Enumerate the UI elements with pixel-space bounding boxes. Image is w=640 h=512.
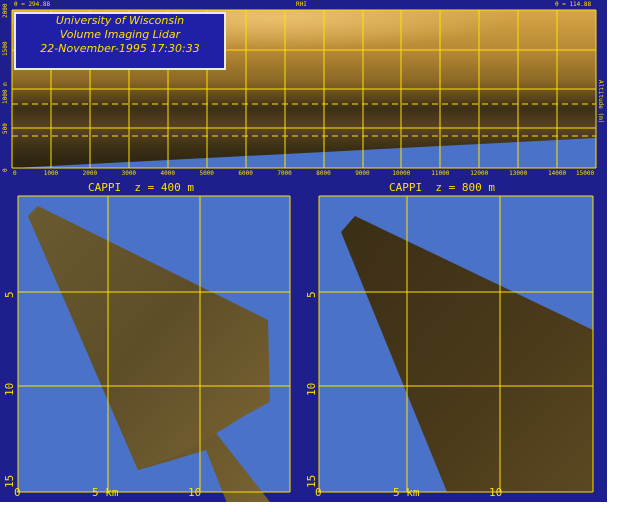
cappi-left-xtick-10: 10 [188, 486, 202, 499]
rhi-left-readout: θ = 294.88 [14, 1, 51, 8]
title-line-2: Volume Imaging Lidar [59, 28, 181, 41]
rhi-xtick: 4000 [160, 170, 175, 177]
rhi-xtick: 1000 [43, 170, 59, 177]
title-line-1: University of Wisconsin [55, 14, 185, 27]
cappi-right-xtick-10: 10 [489, 486, 503, 499]
rhi-ytick-1500: 1500 [2, 41, 9, 56]
title-box: University of Wisconsin Volume Imaging L… [14, 12, 226, 70]
cappi-right-ytick-10: 10 [305, 382, 318, 396]
cappi-left-xtick-0: 0 [14, 486, 21, 499]
cappi-right-xtick-0: 0 [315, 486, 322, 499]
cappi-right-panel: CAPPI z = 800 m 5 10 15 0 5 km 10 [303, 180, 607, 502]
rhi-xtick: 9000 [355, 170, 370, 177]
cappi-right-plot [318, 195, 594, 493]
rhi-right-readout: θ = 114.88 [555, 1, 592, 8]
rhi-xtick: 11000 [431, 170, 450, 177]
rhi-ytick-500: 500 [2, 123, 9, 134]
rhi-xtick: 2000 [82, 170, 98, 177]
rhi-xtick: 5000 [199, 170, 214, 177]
rhi-xtick: 3000 [121, 170, 137, 177]
rhi-xtick: 8000 [316, 170, 331, 177]
rhi-panel: θ = 294.88 RHI θ = 114.88 Altitude (m) 0… [0, 0, 607, 180]
cappi-left-ytick-5: 5 [3, 291, 16, 298]
rhi-xtick: 12000 [470, 170, 489, 177]
rhi-xtick: 0 [13, 170, 17, 177]
rhi-xtick: 15000 [576, 170, 595, 177]
rhi-xtick: 6000 [238, 170, 253, 177]
rhi-xtick: 14000 [548, 170, 567, 177]
rhi-xtick: 7000 [277, 170, 292, 177]
cappi-left-panel: CAPPI z = 400 m 5 10 15 0 5 km 10 [0, 180, 303, 502]
cappi-left-plot [17, 195, 291, 502]
rhi-ytick-2000: 2000 [2, 3, 9, 18]
rhi-ytick-0: 0 [2, 168, 9, 172]
rhi-xtick: 10000 [392, 170, 411, 177]
cappi-left-xtick-5km: 5 km [92, 486, 119, 499]
rhi-xtick: 13000 [509, 170, 528, 177]
rhi-ytick-1000: 1000 m [2, 82, 9, 104]
title-line-3: 22-November-1995 17:30:33 [40, 42, 200, 55]
cappi-right-ytick-5: 5 [305, 291, 318, 298]
rhi-center-label: RHI [296, 1, 307, 8]
cappi-right-xtick-5km: 5 km [393, 486, 420, 499]
rhi-right-axis-label: Altitude (m) [597, 80, 604, 124]
cappi-left-ytick-10: 10 [3, 382, 16, 396]
